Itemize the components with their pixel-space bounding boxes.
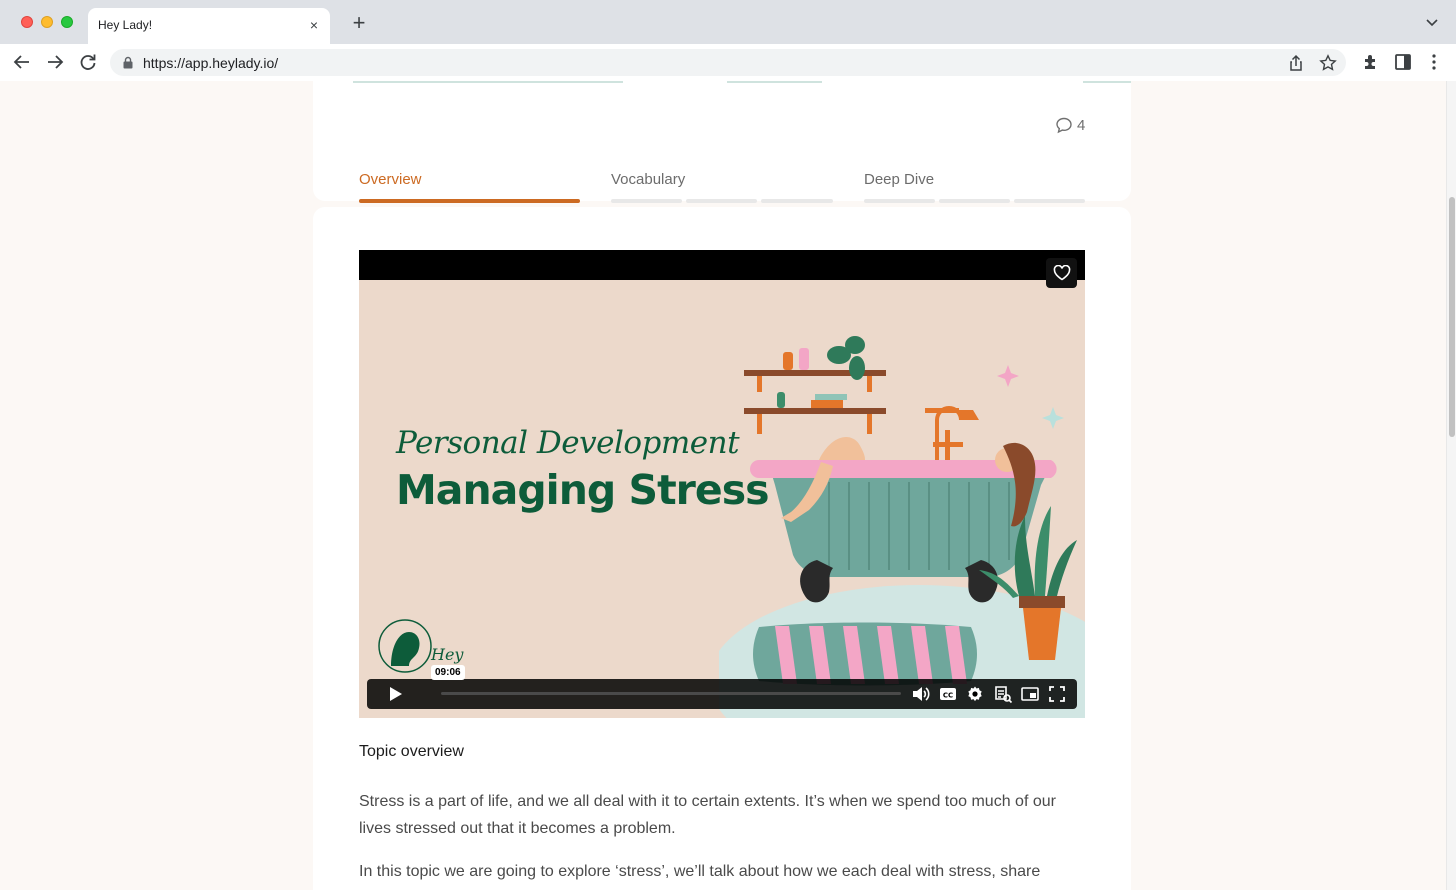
- video-title-text: Managing Stress: [396, 466, 769, 514]
- browser-chrome: Hey Lady! × + https://app.heylady.io/: [0, 0, 1456, 80]
- video-player[interactable]: Personal Development Managing Stress Hey…: [359, 250, 1085, 718]
- minimize-window-button[interactable]: [41, 16, 53, 28]
- picture-in-picture-icon[interactable]: [1020, 684, 1040, 704]
- settings-icon[interactable]: [965, 684, 985, 704]
- tab-overview-progress: [359, 199, 580, 203]
- fullscreen-icon[interactable]: [1047, 684, 1067, 704]
- tab-deep-dive[interactable]: Deep Dive: [864, 169, 1085, 205]
- svg-text:Hey: Hey: [430, 645, 464, 664]
- scrollbar-thumb[interactable]: [1449, 197, 1455, 437]
- url-text: https://app.heylady.io/: [143, 55, 279, 71]
- overview-paragraph-2: In this topic we are going to explore ‘s…: [359, 863, 1041, 880]
- tab-deep-dive-label: Deep Dive: [864, 171, 935, 188]
- overview-paragraph-1: Stress is a part of life, and we all dea…: [359, 793, 1056, 837]
- close-window-button[interactable]: [21, 16, 33, 28]
- page-viewport: 4 Overview Vocabulary Deep Dive Personal…: [0, 81, 1446, 890]
- topic-overview-heading: Topic overview: [359, 743, 464, 760]
- transcript-icon[interactable]: [993, 684, 1013, 704]
- page-scrollbar[interactable]: [1446, 81, 1456, 890]
- tab-vocabulary-progress-3: [761, 199, 833, 203]
- tab-overview-label: Overview: [359, 171, 422, 188]
- browser-toolbar: https://app.heylady.io/: [0, 44, 1456, 80]
- browser-tab[interactable]: Hey Lady! ×: [88, 8, 330, 44]
- tab-search-chevron-icon[interactable]: [1424, 14, 1440, 30]
- video-subtitle-text: Personal Development: [396, 425, 740, 461]
- video-thumbnail[interactable]: Personal Development Managing Stress Hey: [359, 280, 1085, 718]
- tab-vocabulary-progress-1: [611, 199, 682, 203]
- video-controls: 09:06 CC: [367, 665, 1077, 709]
- topic-tabs: Overview Vocabulary Deep Dive: [359, 169, 1085, 205]
- tab-vocabulary-progress-2: [686, 199, 757, 203]
- favorite-button[interactable]: [1046, 258, 1077, 288]
- tab-overview[interactable]: Overview: [359, 169, 580, 205]
- hover-time-tooltip: 09:06: [431, 665, 465, 680]
- side-panel-icon[interactable]: [1393, 52, 1413, 72]
- maximize-window-button[interactable]: [61, 16, 73, 28]
- comment-icon: [1056, 117, 1072, 134]
- bookmark-star-icon[interactable]: [1319, 54, 1337, 72]
- tab-close-icon[interactable]: ×: [306, 17, 322, 33]
- previous-progress-bars: [313, 81, 1131, 83]
- heart-icon: [1053, 265, 1070, 281]
- share-icon[interactable]: [1287, 54, 1305, 72]
- tab-strip: Hey Lady! × +: [0, 0, 1456, 44]
- new-tab-button[interactable]: +: [348, 12, 370, 34]
- browser-menu-icon[interactable]: [1424, 52, 1444, 72]
- reload-icon[interactable]: [77, 51, 99, 73]
- bathtub-illustration: [719, 336, 1085, 718]
- video-progress-bar[interactable]: [441, 692, 901, 695]
- svg-text:CC: CC: [943, 692, 953, 700]
- back-icon[interactable]: [11, 51, 33, 73]
- tab-deep-dive-progress-3: [1014, 199, 1085, 203]
- extensions-icon[interactable]: [1361, 52, 1381, 72]
- forward-icon[interactable]: [44, 51, 66, 73]
- play-icon[interactable]: [385, 684, 405, 704]
- tab-deep-dive-progress-1: [864, 199, 935, 203]
- tab-deep-dive-progress-2: [939, 199, 1010, 203]
- volume-icon[interactable]: [910, 684, 930, 704]
- comment-count: 4: [1077, 116, 1086, 134]
- tab-vocabulary-label: Vocabulary: [611, 171, 686, 188]
- comments-button[interactable]: 4: [1055, 115, 1085, 135]
- tab-title: Hey Lady!: [98, 18, 153, 32]
- tab-vocabulary[interactable]: Vocabulary: [611, 169, 833, 205]
- lock-icon: [123, 56, 133, 69]
- address-bar[interactable]: https://app.heylady.io/: [110, 49, 1346, 76]
- captions-icon[interactable]: CC: [938, 684, 958, 704]
